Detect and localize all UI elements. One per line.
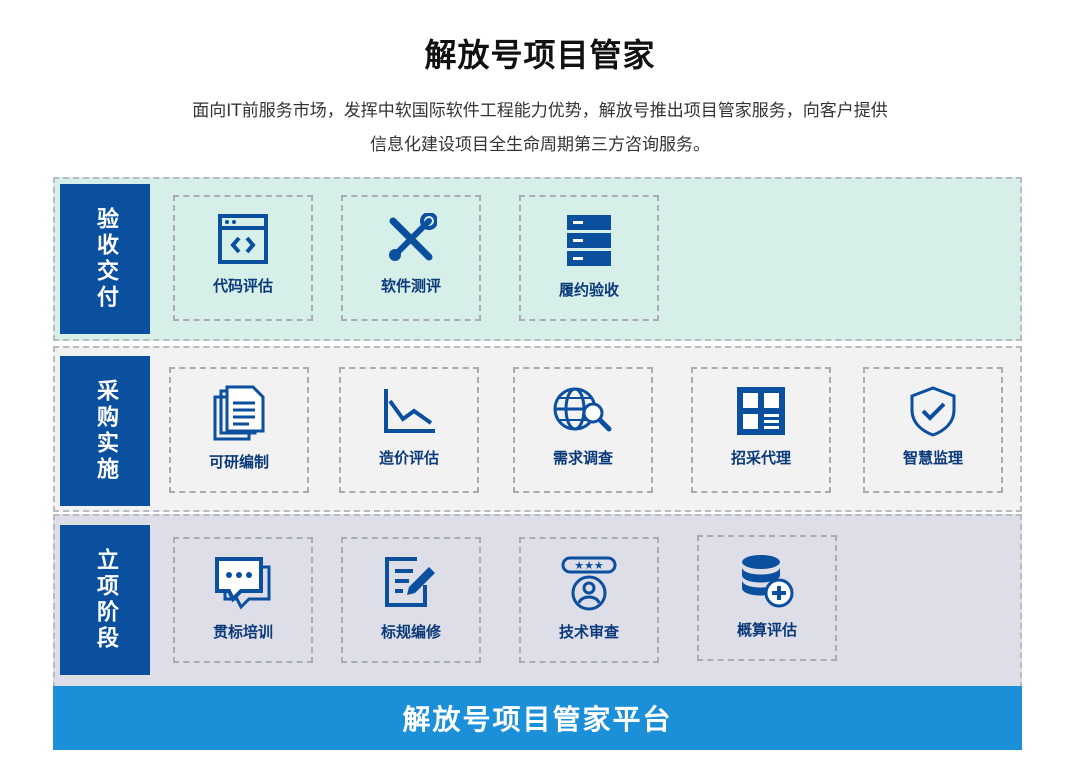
svg-text:★★★: ★★★	[574, 559, 604, 572]
band-acceptance-delivery: 验收交付 代码评估 软件测评 履约验收	[53, 177, 1022, 341]
description-line-1: 面向IT前服务市场，发挥中软国际软件工程能力优势，解放号推出项目管家服务，向客户…	[192, 101, 888, 121]
card-budget-estimate[interactable]: 概算评估	[697, 535, 837, 661]
description-line-2: 信息化建设项目全生命周期第三方咨询服务。	[370, 135, 710, 155]
documents-icon	[213, 385, 265, 441]
card-feasibility-study[interactable]: 可研编制	[169, 367, 309, 493]
database-add-icon	[742, 555, 794, 608]
card-code-review[interactable]: 代码评估	[173, 195, 313, 321]
server-stack-icon	[567, 215, 611, 266]
band-project-initiation: 立项阶段 贯标培训 标规编修 ★★★ 技术审查 概算评估	[53, 514, 1022, 688]
page-title: 解放号项目管家	[424, 36, 656, 74]
code-window-icon	[218, 214, 268, 264]
stage-label-initiation: 立项阶段	[60, 525, 150, 675]
card-bidding-agency[interactable]: 招采代理	[691, 367, 831, 493]
layout-grid-icon	[737, 387, 785, 435]
stage-label-procurement: 采购实施	[60, 356, 150, 506]
card-software-testing[interactable]: 软件测评	[341, 195, 481, 321]
card-cost-evaluation[interactable]: 造价评估	[339, 367, 479, 493]
stage-label-acceptance: 验收交付	[60, 184, 150, 334]
line-chart-icon	[384, 389, 435, 433]
rated-user-icon: ★★★	[561, 556, 617, 611]
edit-document-icon	[385, 557, 435, 607]
card-standard-training[interactable]: 贯标培训	[173, 537, 313, 663]
band-procurement: 采购实施 可研编制 造价评估 需求调查 招采代理 智慧监理	[53, 346, 1022, 512]
globe-search-icon	[553, 387, 612, 432]
chat-bubbles-icon	[215, 557, 271, 610]
platform-banner: 解放号项目管家平台	[53, 686, 1022, 750]
card-tech-review[interactable]: ★★★ 技术审查	[519, 537, 659, 663]
card-smart-supervision[interactable]: 智慧监理	[863, 367, 1003, 493]
wrench-screwdriver-icon	[389, 213, 437, 261]
card-contract-acceptance[interactable]: 履约验收	[519, 195, 659, 321]
card-spec-editing[interactable]: 标规编修	[341, 537, 481, 663]
card-requirement-survey[interactable]: 需求调查	[513, 367, 653, 493]
shield-check-icon	[910, 386, 956, 437]
